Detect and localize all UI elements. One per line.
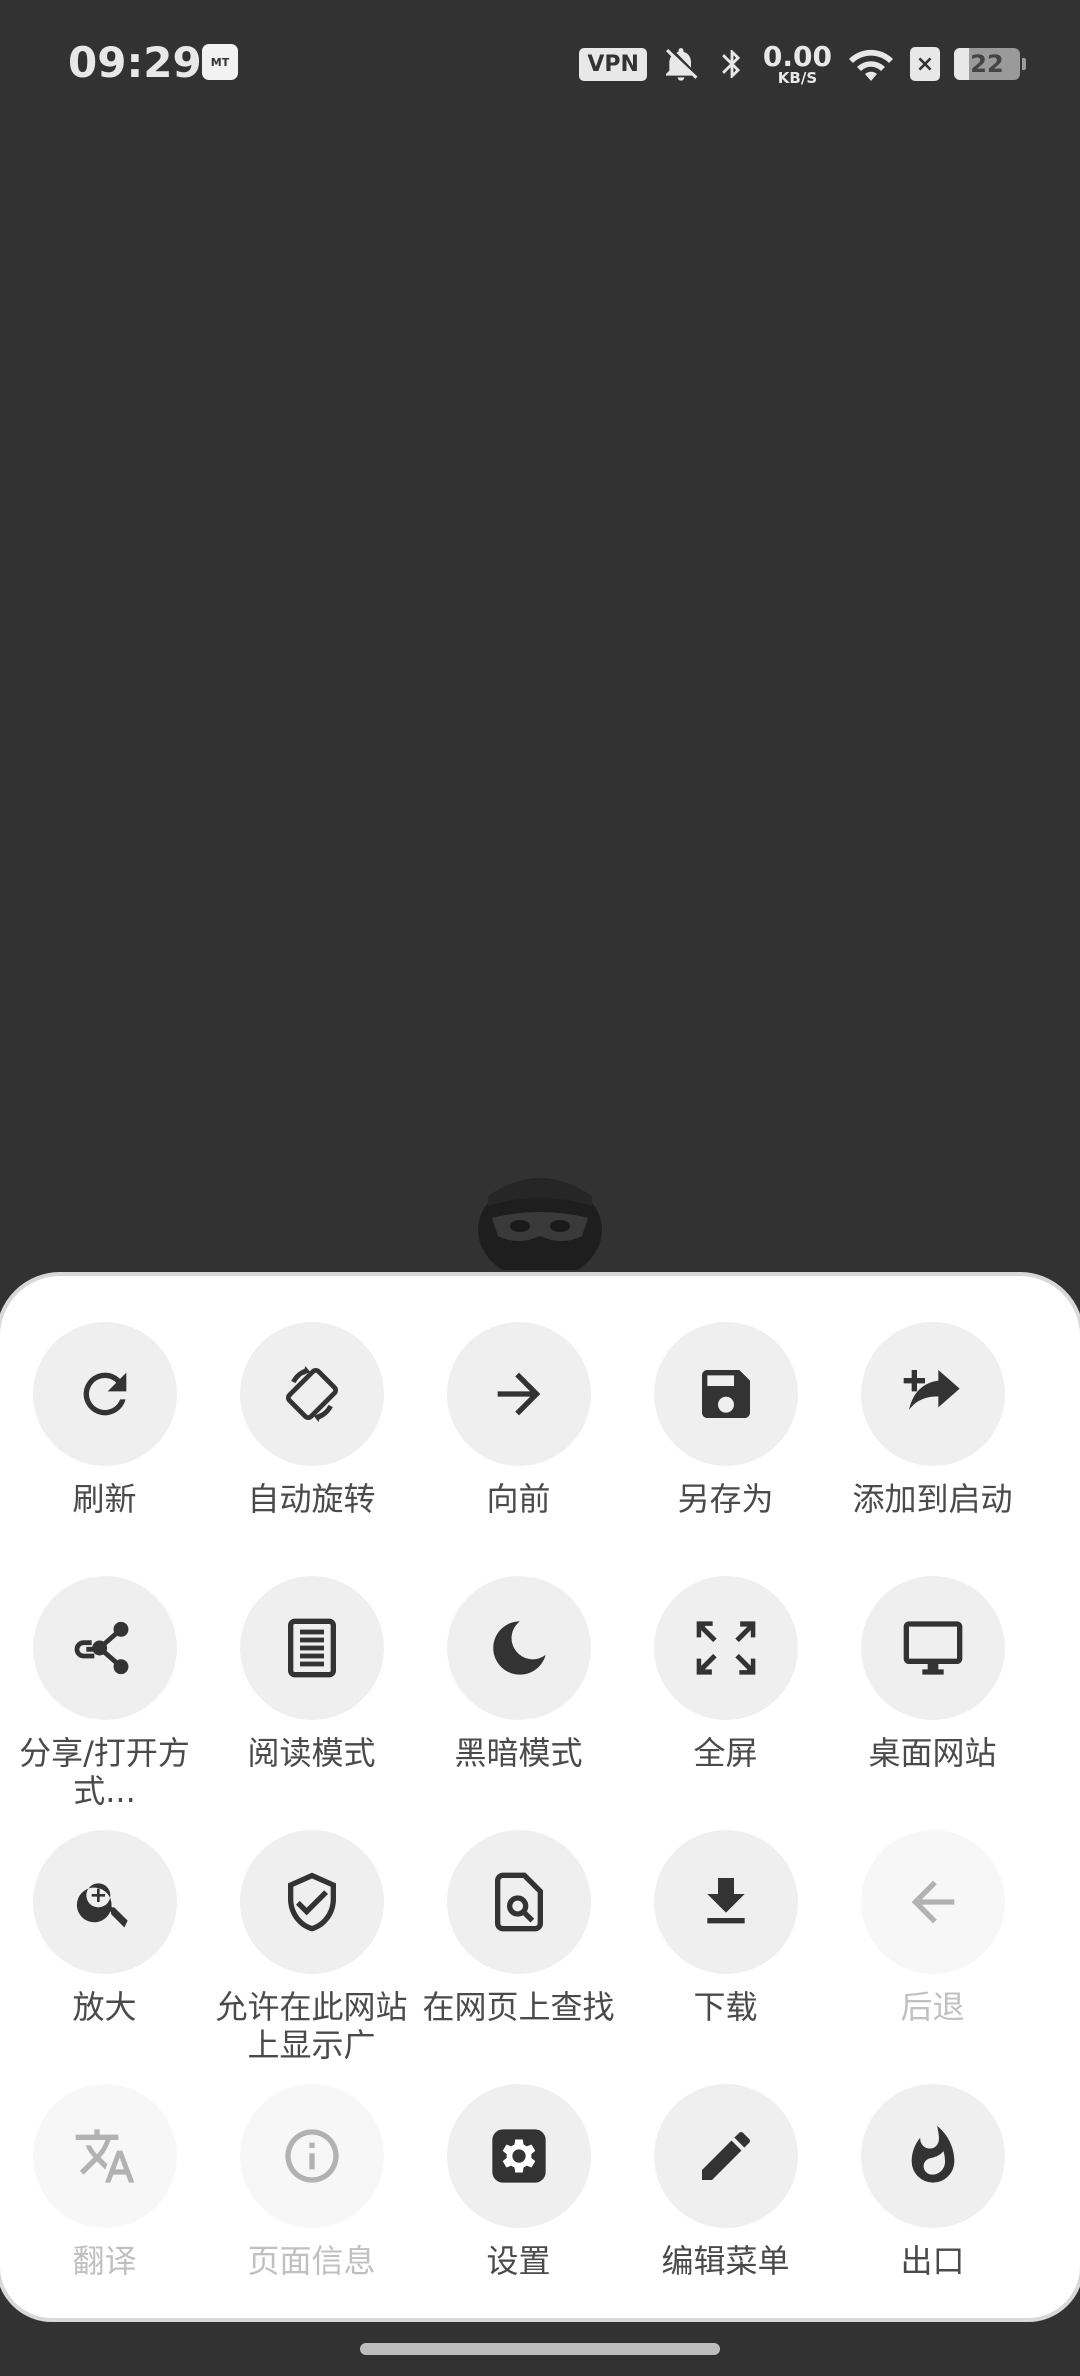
notification-app-icon: MT bbox=[202, 44, 238, 80]
menu-item-label: 桌面网站 bbox=[868, 1734, 997, 1772]
net-speed: 0.00 KB/S bbox=[762, 39, 832, 87]
menu-item-label: 下载 bbox=[693, 1988, 758, 2026]
rotate-icon bbox=[285, 1366, 338, 1422]
sim-x-icon: × bbox=[910, 47, 940, 81]
forward-arrow-icon bbox=[497, 1372, 540, 1416]
menu-item-label: 自动旋转 bbox=[247, 1480, 376, 1518]
shield-check-icon bbox=[287, 1872, 336, 1932]
menu-item-fullscreen[interactable]: 全屏 bbox=[626, 1576, 826, 1772]
menu-item-save[interactable]: 另存为 bbox=[626, 1322, 826, 1518]
forward-arrow-button[interactable] bbox=[446, 1322, 591, 1466]
menu-item-label: 放大 bbox=[72, 1988, 137, 2026]
rotate-button[interactable] bbox=[239, 1322, 384, 1466]
fullscreen-button[interactable] bbox=[653, 1576, 798, 1720]
menu-item-label: 全屏 bbox=[693, 1734, 758, 1772]
menu-item-label: 另存为 bbox=[677, 1480, 774, 1518]
add-to-launcher-icon bbox=[903, 1370, 960, 1410]
gear-icon bbox=[491, 2129, 546, 2183]
menu-item-forward-arrow[interactable]: 向前 bbox=[419, 1322, 619, 1518]
info-icon bbox=[284, 2129, 339, 2183]
refresh-button[interactable] bbox=[32, 1322, 177, 1466]
menu-item-flame[interactable]: 出口 bbox=[833, 2084, 1033, 2280]
refresh-icon bbox=[83, 1372, 126, 1416]
pencil-icon bbox=[701, 2131, 750, 2180]
status-bar: 09:29 MT VPN 0.00 KB/S × 22 bbox=[0, 0, 1080, 130]
wifi-icon bbox=[849, 49, 893, 81]
status-icons: VPN 0.00 KB/S × 22 bbox=[579, 38, 1026, 90]
menu-item-shield-check[interactable]: 允许在此网站上显示广 bbox=[212, 1830, 412, 2064]
save-button[interactable] bbox=[653, 1322, 798, 1466]
shield-check-button[interactable] bbox=[239, 1830, 384, 1974]
menu-item-translate: 翻译 bbox=[5, 2084, 205, 2280]
back-arrow-icon bbox=[911, 1880, 954, 1924]
menu-item-label: 翻译 bbox=[72, 2242, 137, 2280]
status-time: 09:29 bbox=[68, 38, 202, 87]
incognito-mascot-icon bbox=[478, 1178, 602, 1270]
menu-item-label: 黑暗模式 bbox=[454, 1734, 583, 1772]
menu-item-moon[interactable]: 黑暗模式 bbox=[419, 1576, 619, 1772]
menu-item-label: 添加到启动 bbox=[852, 1480, 1013, 1518]
menu-item-label: 向前 bbox=[486, 1480, 551, 1518]
vpn-icon: VPN bbox=[579, 47, 647, 81]
translate-button bbox=[32, 2084, 177, 2228]
menu-item-label: 出口 bbox=[900, 2242, 965, 2280]
moon-icon bbox=[492, 1621, 546, 1675]
share-button[interactable] bbox=[32, 1576, 177, 1720]
menu-item-find-in-page[interactable]: 在网页上查找 bbox=[419, 1830, 619, 2026]
menu-item-label: 刷新 bbox=[72, 1480, 137, 1518]
flame-icon bbox=[911, 2125, 954, 2183]
home-indicator[interactable] bbox=[360, 2343, 720, 2355]
gear-button[interactable] bbox=[446, 2084, 591, 2228]
menu-item-zoom-in[interactable]: 放大 bbox=[5, 1830, 205, 2026]
reader-mode-button[interactable] bbox=[239, 1576, 384, 1720]
menu-item-reader-mode[interactable]: 阅读模式 bbox=[212, 1576, 412, 1772]
menu-item-pencil[interactable]: 编辑菜单 bbox=[626, 2084, 826, 2280]
find-in-page-icon bbox=[494, 1872, 543, 1932]
translate-icon bbox=[75, 2129, 134, 2183]
menu-item-label: 阅读模式 bbox=[247, 1734, 376, 1772]
menu-item-download[interactable]: 下载 bbox=[626, 1830, 826, 2026]
menu-item-label: 页面信息 bbox=[247, 2242, 376, 2280]
zoom-in-icon bbox=[76, 1883, 128, 1928]
battery-icon: 22 bbox=[954, 48, 1026, 80]
menu-item-label: 在网页上查找 bbox=[422, 1988, 615, 2026]
desktop-button[interactable] bbox=[860, 1576, 1005, 1720]
menu-item-desktop[interactable]: 桌面网站 bbox=[833, 1576, 1033, 1772]
info-button bbox=[239, 2084, 384, 2228]
menu-item-info: 页面信息 bbox=[212, 2084, 412, 2280]
zoom-in-button[interactable] bbox=[32, 1830, 177, 1974]
fullscreen-icon bbox=[696, 1621, 755, 1675]
moon-button[interactable] bbox=[446, 1576, 591, 1720]
save-icon bbox=[701, 1370, 750, 1418]
menu-item-rotate[interactable]: 自动旋转 bbox=[212, 1322, 412, 1518]
menu-item-share[interactable]: 分享/打开方式... bbox=[5, 1576, 205, 1810]
menu-item-label: 后退 bbox=[900, 1988, 965, 2026]
bluetooth-icon bbox=[721, 49, 740, 79]
find-in-page-button[interactable] bbox=[446, 1830, 591, 1974]
menu-item-refresh[interactable]: 刷新 bbox=[5, 1322, 205, 1518]
menu-item-label: 编辑菜单 bbox=[661, 2242, 790, 2280]
menu-item-back-arrow: 后退 bbox=[833, 1830, 1033, 2026]
menu-item-label: 分享/打开方式... bbox=[19, 1734, 190, 1810]
flame-button[interactable] bbox=[860, 2084, 1005, 2228]
add-to-launcher-button[interactable] bbox=[860, 1322, 1005, 1466]
download-icon bbox=[706, 1878, 745, 1924]
menu-item-add-to-launcher[interactable]: 添加到启动 bbox=[833, 1322, 1033, 1518]
menu-item-label: 允许在此网站上显示广 bbox=[215, 1988, 408, 2064]
pencil-button[interactable] bbox=[653, 2084, 798, 2228]
desktop-icon bbox=[903, 1621, 962, 1675]
menu-item-gear[interactable]: 设置 bbox=[419, 2084, 619, 2280]
download-button[interactable] bbox=[653, 1830, 798, 1974]
share-icon bbox=[74, 1621, 128, 1675]
menu-item-label: 设置 bbox=[486, 2242, 551, 2280]
back-arrow-button bbox=[860, 1830, 1005, 1974]
reader-mode-icon bbox=[287, 1618, 336, 1678]
bell-off-icon bbox=[665, 48, 698, 81]
